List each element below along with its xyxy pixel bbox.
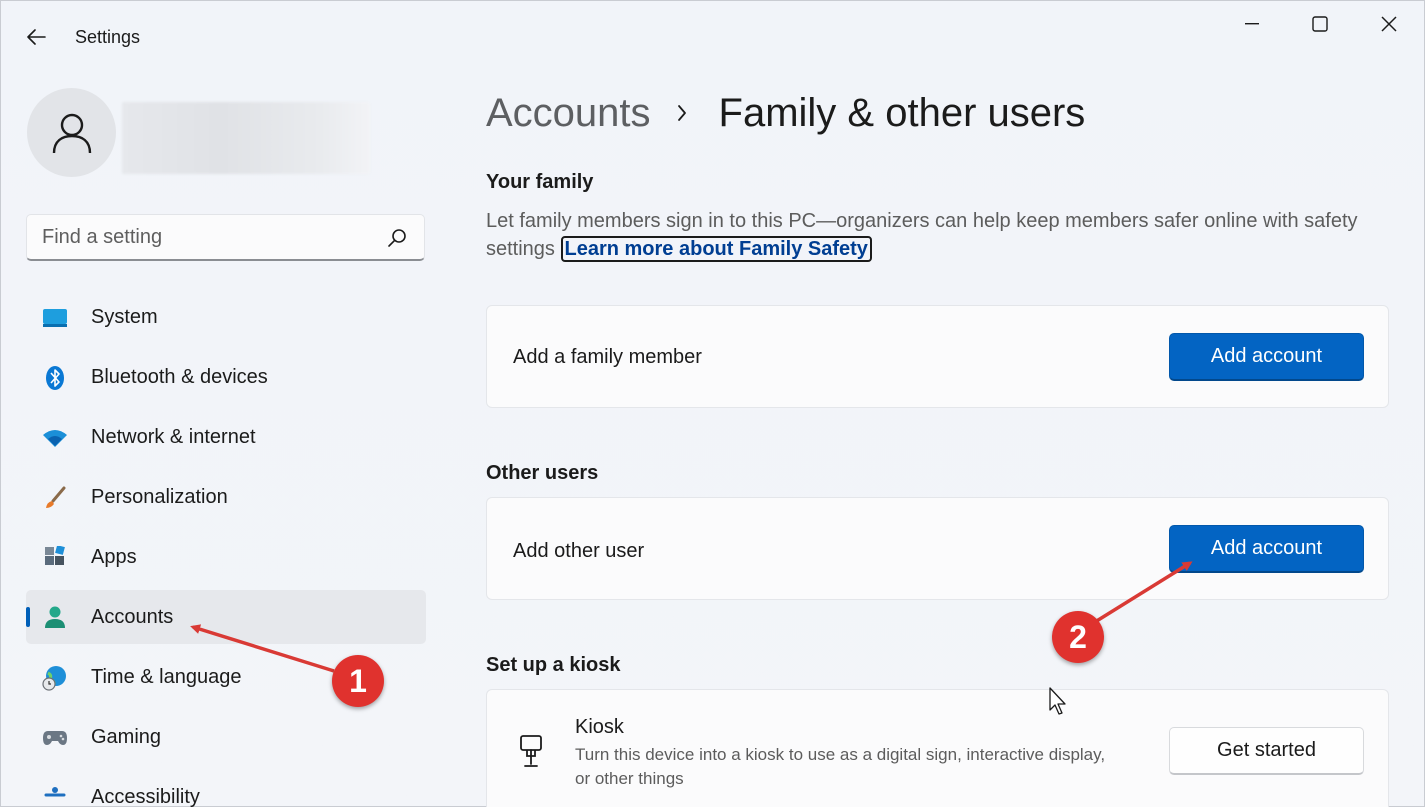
- section-title-other-users: Other users: [486, 462, 599, 484]
- chevron-right-icon: [677, 103, 691, 123]
- sidebar-item-personalization[interactable]: Personalization: [26, 470, 426, 524]
- sidebar-item-label: Accessibility: [91, 785, 200, 807]
- annotation-badge-1: 1: [332, 655, 384, 707]
- sidebar-item-label: Apps: [91, 545, 137, 568]
- maximize-button[interactable]: [1296, 8, 1344, 40]
- sidebar-item-label: System: [91, 305, 158, 328]
- maximize-icon: [1312, 16, 1328, 32]
- search-input[interactable]: [27, 225, 367, 249]
- sidebar-item-network[interactable]: Network & internet: [26, 410, 426, 464]
- active-indicator: [26, 607, 30, 627]
- globe-clock-icon: [42, 665, 68, 691]
- sidebar-item-bluetooth[interactable]: Bluetooth & devices: [26, 350, 426, 404]
- add-family-account-button[interactable]: Add account: [1169, 333, 1364, 381]
- breadcrumb: Accounts Family & other users: [486, 88, 1085, 138]
- sidebar-item-label: Accounts: [91, 605, 174, 628]
- system-icon: [42, 305, 68, 331]
- minimize-button[interactable]: [1228, 8, 1276, 40]
- search-box[interactable]: [26, 214, 425, 261]
- sidebar-item-label: Time & language: [91, 665, 242, 688]
- kiosk-title: Kiosk: [575, 716, 624, 738]
- gamepad-icon: [42, 725, 68, 751]
- kiosk-description: Turn this device into a kiosk to use as …: [575, 745, 1106, 788]
- add-other-user-account-button[interactable]: Add account: [1169, 525, 1364, 573]
- family-member-card: Add a family member Add account: [486, 305, 1389, 408]
- page-title: Family & other users: [718, 90, 1086, 135]
- sidebar-item-system[interactable]: System: [26, 290, 426, 344]
- sidebar-item-label: Bluetooth & devices: [91, 365, 268, 388]
- person-icon: [52, 113, 91, 153]
- breadcrumb-parent[interactable]: Accounts: [486, 91, 651, 136]
- sidebar-item-accessibility[interactable]: Accessibility: [26, 770, 426, 807]
- close-icon: [1381, 16, 1397, 32]
- brush-icon: [42, 485, 68, 511]
- kiosk-get-started-button[interactable]: Get started: [1169, 727, 1364, 775]
- add-other-user-label: Add other user: [513, 540, 645, 562]
- back-button[interactable]: [20, 22, 52, 52]
- close-button[interactable]: [1365, 8, 1413, 40]
- title-bar: Settings: [0, 0, 1425, 72]
- add-family-member-label: Add a family member: [513, 346, 702, 368]
- accessibility-icon: [42, 785, 68, 807]
- apps-icon: [42, 545, 68, 571]
- avatar[interactable]: [27, 88, 116, 177]
- kiosk-card: Kiosk Turn this device into a kiosk to u…: [486, 689, 1389, 807]
- search-icon[interactable]: [386, 227, 408, 249]
- family-description: Let family members sign in to this PC—or…: [486, 207, 1366, 263]
- sidebar-item-label: Personalization: [91, 485, 228, 508]
- sidebar-item-accounts[interactable]: Accounts: [26, 590, 426, 644]
- sidebar-item-apps[interactable]: Apps: [26, 530, 426, 584]
- bluetooth-icon: [42, 365, 68, 391]
- section-title-kiosk: Set up a kiosk: [486, 654, 621, 676]
- accounts-icon: [42, 605, 68, 631]
- sidebar-item-label: Network & internet: [91, 425, 256, 448]
- mouse-cursor-icon: [1049, 687, 1066, 715]
- kiosk-icon: [520, 735, 542, 767]
- app-title: Settings: [75, 27, 141, 47]
- back-arrow-icon: [27, 29, 46, 45]
- section-title-your-family: Your family: [486, 171, 594, 193]
- minimize-icon: [1245, 23, 1259, 25]
- annotation-badge-2: 2: [1052, 611, 1104, 663]
- family-safety-link[interactable]: Learn more about Family Safety: [560, 236, 872, 262]
- sidebar-item-label: Gaming: [91, 725, 162, 748]
- wifi-icon: [42, 425, 68, 451]
- sidebar-item-gaming[interactable]: Gaming: [26, 710, 426, 764]
- other-user-card: Add other user Add account: [486, 497, 1389, 600]
- sidebar-nav: System Bluetooth & devices Network & int…: [26, 290, 426, 807]
- user-name-redacted: [122, 102, 370, 174]
